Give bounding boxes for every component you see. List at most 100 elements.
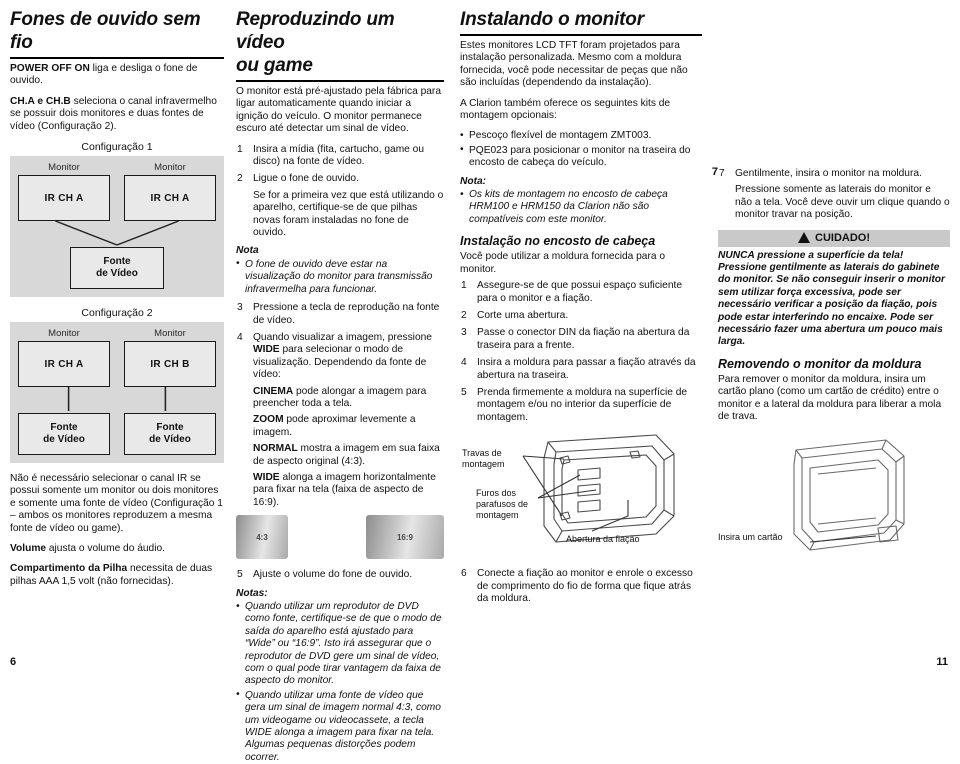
step-item: 5 Ajuste o volume do fone de ouvido. (236, 569, 444, 581)
paragraph-battery: Compartimento da Pilha necessita de duas… (10, 563, 224, 588)
step-number: 6 (461, 568, 467, 580)
document-page: Fones de ouvido sem fio POWER OFF ON lig… (0, 0, 960, 763)
volume-label: Volume (10, 543, 47, 555)
step-text: Conecte a fiação ao monitor e enrole o e… (477, 568, 693, 604)
wide-keyword: WIDE (253, 471, 280, 483)
install-step-6: 6 Conecte a fiação ao monitor e enrole o… (460, 568, 702, 605)
step4-part-b: para selecionar o modo de visualização. … (253, 344, 427, 381)
section-title-install: Instalando o monitor (460, 8, 702, 36)
volume-text: ajusta o volume do áudio. (46, 543, 165, 555)
step-number: 1 (237, 143, 243, 155)
paragraph-removing-monitor: Para remover o monitor da moldura, insir… (718, 373, 942, 423)
diagram-1-monitor-row: Monitor IR CH A Monitor IR CH A (18, 162, 216, 222)
note-bullet: O fone de ouvido deve estar na visualiza… (236, 258, 444, 296)
caution-banner: CUIDADO! (718, 229, 950, 247)
monitor-caption: Monitor (154, 162, 186, 174)
mode-normal: NORMAL mostra a imagem em sua faixa de a… (253, 443, 444, 468)
diagram-2-connectors (18, 387, 216, 413)
step-number: 1 (461, 280, 467, 292)
step-text: Insira a mídia (fita, cartucho, game ou … (253, 143, 425, 168)
playback-title-line-2: ou game (236, 55, 313, 76)
step-number: 7 (719, 168, 725, 179)
note-heading: Nota: (460, 175, 487, 187)
step-text: Ligue o fone de ouvido. (253, 173, 359, 185)
diagram-1-source-row: Fonte de Vídeo (18, 247, 216, 290)
diagram-2-body: Monitor IR CH A Monitor IR CH B Fonte de… (10, 322, 224, 464)
thumbnail-4-3: 4:3 (236, 515, 288, 560)
step-number: 3 (461, 327, 467, 339)
step-text: Prenda firmemente a moldura na superfíci… (477, 386, 688, 423)
step-text: Pressione a tecla de reprodução na fonte… (253, 302, 440, 326)
step-number: 5 (237, 569, 243, 581)
monitor-box-right: IR CH B (124, 341, 216, 388)
note-bullet-list: O fone de ouvido deve estar na visualiza… (236, 258, 444, 296)
label-insert-card: Insira um cartão (718, 531, 783, 542)
column-playback: Reproduzindo um vídeo ou game O monitor … (232, 8, 454, 763)
source-line-2: de Vídeo (43, 434, 85, 446)
step-number: 4 (237, 331, 243, 343)
step-item: 1 Insira a mídia (fita, cartucho, game o… (236, 144, 444, 169)
note-bullet-list: Os kits de montagem no encosto de cabeça… (460, 189, 702, 226)
diagram-configuracao-1: Configuração 1 Monitor IR CH A Monitor I… (10, 141, 224, 298)
subsection-headrest-install: Instalação no encosto de cabeça (460, 234, 656, 249)
diagram-2-monitor-right: Monitor IR CH B (124, 328, 216, 388)
step-item: 2 Ligue o fone de ouvido. Se for a prime… (236, 173, 444, 239)
source-line-1: Fonte (50, 422, 78, 434)
diagram-1-title: Configuração 1 (81, 141, 153, 154)
note-bullet: Quando utilizar uma fonte de vídeo que g… (236, 689, 444, 764)
step4-part-a: Quando visualizar a imagem, pressione (253, 331, 432, 343)
label-mounting-locks: Travas de montagem (462, 448, 505, 470)
page-number-right: 11 (936, 656, 948, 668)
step-item: 7 Gentilmente, insira o monitor na moldu… (718, 168, 950, 222)
source-line-2: de Vídeo (149, 434, 191, 446)
battery-label: Compartimento da Pilha (10, 563, 128, 575)
step-extra-text: Se for a primeira vez que está utilizand… (253, 189, 444, 239)
install-steps: 1 Assegure-se de que possui espaço sufic… (460, 280, 702, 424)
paragraph-ir-channel: Não é necessário selecionar o canal IR s… (10, 473, 223, 534)
diagram-2-source-row: Fonte de Vídeo Fonte de Vídeo (18, 413, 216, 456)
normal-keyword: NORMAL (253, 443, 298, 455)
caution-text: NUNCA pressione a superfície da tela! Pr… (718, 249, 945, 348)
paragraph-power: POWER OFF ON liga e desliga o fone de ou… (10, 63, 224, 88)
playback-title-line-1: Reproduzindo um vídeo (236, 9, 395, 53)
step-item: 6 Conecte a fiação ao monitor e enrole o… (460, 568, 702, 605)
mode-zoom: ZOOM pode aproximar levemente a imagem. (253, 414, 444, 439)
video-source-box-left: Fonte de Vídeo (18, 413, 110, 456)
note-bullet: Quando utilizar um reprodutor de DVD com… (236, 601, 444, 688)
step-item: 1 Assegure-se de que possui espaço sufic… (460, 280, 702, 305)
channel-label: CH.A e CH.B (10, 95, 71, 107)
diagram-1-body: Monitor IR CH A Monitor IR CH A Fonte de… (10, 156, 224, 298)
step-extra-text: Pressione somente as laterais do monitor… (735, 184, 950, 221)
step-item: 2 Corte uma abertura. (460, 310, 702, 322)
step-number: 2 (237, 173, 243, 185)
paragraph-install-2: A Clarion também oferece os seguintes ki… (460, 97, 671, 122)
playback-steps-1-2: 1 Insira a mídia (fita, cartucho, game o… (236, 144, 444, 240)
step-text: Gentilmente, insira o monitor na moldura… (735, 168, 922, 179)
subsection-removing-monitor: Removendo o monitor da moldura (718, 356, 922, 371)
diagram-1-monitor-left: Monitor IR CH A (18, 162, 110, 222)
step-text: Passe o conector DIN da fiação na abertu… (477, 327, 690, 351)
mount-kits-list: Pescoço flexível de montagem ZMT003. PQE… (460, 130, 702, 169)
mode-wide: WIDE alonga a imagem horizontalmente par… (253, 472, 444, 509)
monitor-box-right: IR CH A (124, 175, 216, 222)
source-line-1: Fonte (103, 256, 131, 268)
step-text: Insira a moldura para passar a fiação at… (477, 357, 696, 381)
monitor-caption: Monitor (154, 328, 186, 340)
column-caution-removal: 7 Gentilmente, insira o monitor na moldu… (712, 8, 950, 674)
note-heading: Nota (236, 245, 259, 257)
step-number: 5 (461, 386, 467, 398)
step-number: 3 (237, 302, 243, 314)
notes-heading: Notas: (236, 587, 268, 599)
install-step-7: 7 Gentilmente, insira o monitor na moldu… (718, 168, 950, 222)
diagram-2-monitor-left: Monitor IR CH A (18, 328, 110, 388)
paragraph-headrest-intro: Você pode utilizar a moldura fornecida p… (460, 251, 666, 275)
bezel-card-illustration (793, 438, 905, 551)
zoom-keyword: ZOOM (253, 414, 284, 426)
section-title-playback: Reproduzindo um vídeo ou game (236, 8, 444, 82)
source-line-1: Fonte (156, 422, 184, 434)
step-text: Quando visualizar a imagem, pressione WI… (253, 332, 444, 382)
thumbnail-16-9: 16:9 (366, 515, 444, 560)
step-text: Corte uma abertura. (477, 309, 569, 321)
label-wire-opening: Abertura da fiação (566, 534, 640, 545)
cinema-keyword: CINEMA (253, 385, 294, 397)
